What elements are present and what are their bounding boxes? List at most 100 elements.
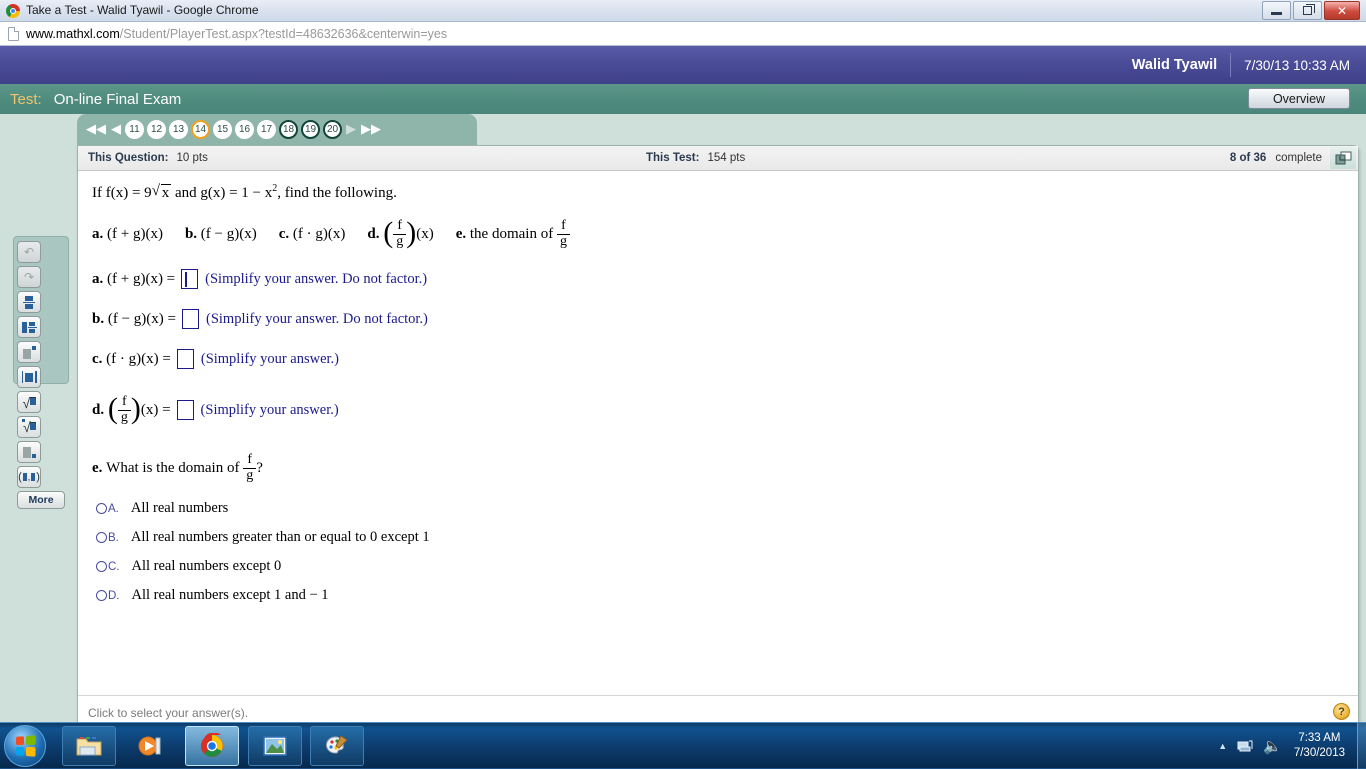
chrome-icon	[201, 733, 223, 757]
question-parts-list: a. (f + g)(x) b. (f − g)(x) c. (f · g)(x…	[92, 218, 570, 249]
radio-option-c[interactable]	[96, 561, 107, 572]
volume-icon[interactable]: 🔈	[1263, 739, 1282, 754]
this-test-label: This Test:	[646, 152, 700, 164]
question-number-20[interactable]: 20	[323, 120, 342, 139]
mathxl-top-bar: Walid Tyawil 7/30/13 10:33 AM	[0, 46, 1366, 84]
part-e-text-before: What is the domain of	[106, 459, 240, 476]
option-a-letter: A.	[108, 502, 119, 515]
part-e-text-after: ?	[256, 459, 263, 476]
user-name: Walid Tyawil	[1131, 57, 1218, 73]
subscript-icon[interactable]	[17, 441, 41, 463]
option-c-text: All real numbers except 0	[131, 558, 282, 574]
prev-page-icon[interactable]: ◀	[110, 123, 122, 136]
taskbar-media-player[interactable]	[123, 726, 177, 766]
part-e-letter-2: e.	[92, 459, 103, 476]
url-host: www.mathxl.com	[26, 26, 120, 41]
answer-input-c[interactable]	[176, 349, 194, 369]
question-number-11[interactable]: 11	[125, 120, 144, 139]
interval-notation-icon[interactable]: (,)	[17, 466, 41, 488]
redo-icon[interactable]: ↷	[17, 266, 41, 288]
question-number-19[interactable]: 19	[301, 120, 320, 139]
minimize-button[interactable]	[1262, 1, 1291, 20]
question-number-12[interactable]: 12	[147, 120, 166, 139]
question-nav-strip-wrapper: ◀◀ ◀ 11 12 13 14 15 16 17 18 19 20 ▶ ▶▶	[0, 114, 1366, 146]
answer-c-hint: (Simplify your answer.)	[200, 350, 339, 367]
taskbar-windows-explorer[interactable]	[62, 726, 116, 766]
footer-note-text: Click to select your answer(s).	[88, 705, 249, 720]
divider	[1230, 53, 1232, 77]
maximize-button[interactable]	[1293, 1, 1322, 20]
question-number-13[interactable]: 13	[169, 120, 188, 139]
answer-input-d[interactable]	[176, 400, 194, 421]
taskbar-clock[interactable]: 7:33 AM 7/30/2013	[1294, 731, 1345, 761]
popout-window-icon[interactable]	[1330, 147, 1356, 169]
answer-b-letter: b.	[92, 310, 105, 327]
question-number-14[interactable]: 14	[191, 120, 210, 139]
undo-icon[interactable]: ↶	[17, 241, 41, 263]
fraction-numerator: f	[117, 394, 131, 411]
fraction-denominator: g	[559, 233, 567, 249]
absolute-value-icon[interactable]	[17, 366, 41, 388]
answer-a-letter: a.	[92, 270, 104, 287]
start-button[interactable]	[4, 725, 46, 767]
question-number-16[interactable]: 16	[235, 120, 254, 139]
option-row-c[interactable]: C. All real numbers except 0	[96, 558, 281, 575]
part-d-letter: d.	[367, 225, 380, 242]
option-row-b[interactable]: B. All real numbers greater than or equa…	[96, 529, 430, 546]
address-bar-url: www.mathxl.com/Student/PlayerTest.aspx?t…	[26, 27, 447, 41]
answer-input-a[interactable]	[181, 269, 199, 289]
right-paren: )	[130, 392, 141, 426]
more-button[interactable]: More	[17, 491, 65, 509]
browser-titlebar: Take a Test - Walid Tyawil - Google Chro…	[0, 0, 1366, 22]
taskbar-paint[interactable]	[310, 726, 364, 766]
option-b-text: All real numbers greater than or equal t…	[130, 529, 430, 545]
radio-option-a[interactable]	[96, 503, 107, 514]
prompt-suffix: , find the following.	[277, 185, 397, 201]
option-row-d[interactable]: D. All real numbers except 1 and − 1	[96, 587, 329, 604]
radio-option-d[interactable]	[96, 590, 107, 601]
option-d-letter: D.	[108, 589, 120, 602]
show-hidden-icons-icon[interactable]: ▲	[1218, 741, 1227, 751]
windows-logo-icon	[15, 735, 36, 757]
question-number-17[interactable]: 17	[257, 120, 276, 139]
help-icon[interactable]: ?	[1333, 703, 1350, 720]
close-icon: ✕	[1336, 3, 1348, 18]
fraction-icon[interactable]	[17, 291, 41, 313]
taskbar-photo-viewer[interactable]	[248, 726, 302, 766]
next-page-icon[interactable]: ▶	[345, 123, 357, 136]
answer-row-c: c. (f · g)(x) = (Simplify your answer.)	[92, 349, 339, 369]
prompt-prefix: If f(x) = 9	[92, 185, 152, 201]
taskbar-google-chrome[interactable]	[185, 726, 239, 766]
photo-icon	[263, 736, 287, 756]
close-button[interactable]: ✕	[1324, 1, 1360, 20]
question-number-15[interactable]: 15	[213, 120, 232, 139]
answer-row-b: b. (f − g)(x) = (Simplify your answer. D…	[92, 309, 428, 329]
radicand: x	[160, 184, 172, 201]
progress-count: 8 of 36	[1229, 152, 1267, 164]
question-number-18[interactable]: 18	[279, 120, 298, 139]
first-page-icon[interactable]: ◀◀	[85, 123, 107, 136]
answer-input-b[interactable]	[182, 309, 199, 329]
show-desktop-button[interactable]	[1357, 723, 1366, 769]
last-page-icon[interactable]: ▶▶	[360, 123, 382, 136]
option-b-letter: B.	[108, 531, 119, 544]
network-glyph	[1237, 740, 1253, 752]
square-root-icon[interactable]: √	[17, 391, 41, 413]
left-paren: (	[107, 392, 118, 426]
folder-icon	[76, 737, 102, 756]
question-card: This Question: 10 pts This Test: 154 pts …	[77, 145, 1359, 730]
mixed-fraction-icon[interactable]	[17, 316, 41, 338]
nth-root-icon[interactable]: √	[17, 416, 41, 438]
exponent-icon[interactable]	[17, 341, 41, 363]
part-a-letter: a.	[92, 225, 104, 242]
radio-option-b[interactable]	[96, 532, 107, 543]
browser-address-bar[interactable]: www.mathxl.com/Student/PlayerTest.aspx?t…	[0, 22, 1366, 46]
option-row-a[interactable]: A. All real numbers	[96, 500, 228, 517]
network-icon[interactable]	[1237, 739, 1253, 753]
math-palette: ↶ ↷ √ √ (,) More	[13, 236, 69, 509]
popout-glyph	[1335, 151, 1351, 164]
part-e-letter: e.	[455, 225, 467, 242]
part-c-expr: (f · g)(x)	[292, 225, 346, 242]
paint-palette-icon	[326, 735, 348, 754]
overview-button[interactable]: Overview	[1248, 88, 1350, 109]
